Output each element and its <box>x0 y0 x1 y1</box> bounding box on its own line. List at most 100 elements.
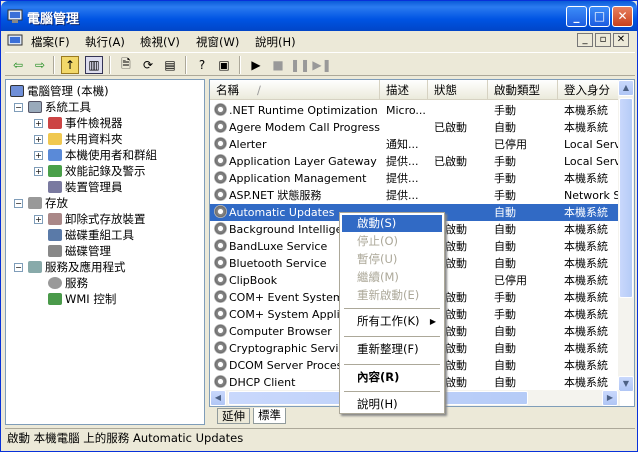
tree-removable-storage[interactable]: 卸除式存放裝置 <box>48 211 146 227</box>
table-row[interactable]: Alerter 通知... 已停用 Local Serv <box>210 136 620 153</box>
console-tree: 電腦管理 (本機) − 系統工具 + 事件檢視器 + 共用資料夾 + 本機使用者… <box>5 79 205 425</box>
collapse-services-apps[interactable]: − <box>14 263 23 272</box>
context-start[interactable]: 啟動(S) <box>342 215 442 232</box>
table-cell: Application Management <box>210 170 380 187</box>
list-header: 名稱 ∕ 描述 狀態 啟動類型 登入身分 <box>210 80 620 100</box>
menu-window[interactable]: 視窗(W) <box>196 34 239 50</box>
expand-perf-logs[interactable]: + <box>34 167 43 176</box>
context-stop[interactable]: 停止(O) <box>342 233 442 250</box>
service-gear-icon <box>214 188 227 201</box>
expand-event-viewer[interactable]: + <box>34 119 43 128</box>
table-cell: 手動 <box>494 155 516 168</box>
storage-icon <box>28 197 42 209</box>
context-all-tasks[interactable]: 所有工作(K) ▶ <box>342 313 442 330</box>
menu-view[interactable]: 檢視(V) <box>140 34 180 50</box>
table-cell: 本機系統 <box>564 325 608 338</box>
table-row[interactable]: ASP.NET 狀態服務 提供... 手動 Network S <box>210 187 620 204</box>
tree-local-users[interactable]: 本機使用者和群組 <box>48 147 157 163</box>
scroll-left-button[interactable]: ◀ <box>210 390 226 406</box>
table-cell: 自動 <box>494 342 516 355</box>
menu-action[interactable]: 執行(A) <box>85 34 125 50</box>
service-gear-icon <box>214 375 227 388</box>
tree-services[interactable]: 服務 <box>48 275 88 291</box>
wmi-icon <box>48 293 62 305</box>
service-gear-icon <box>214 239 227 252</box>
service-gear-icon <box>214 205 227 218</box>
show-hide-tree-icon[interactable]: ▥ <box>85 56 103 74</box>
tree-root[interactable]: 電腦管理 (本機) <box>10 83 109 99</box>
context-restart[interactable]: 重新啟動(E) <box>342 287 442 304</box>
console-tree-icon[interactable]: ▣ <box>215 56 233 74</box>
scroll-up-button[interactable]: ▲ <box>618 80 634 96</box>
table-cell: 本機系統 <box>564 308 608 321</box>
table-cell: 本機系統 <box>564 291 608 304</box>
tree-disk-management[interactable]: 磁碟管理 <box>48 243 111 259</box>
properties-icon[interactable]: 🗎 <box>117 56 135 74</box>
tree-event-viewer[interactable]: 事件檢視器 <box>48 115 123 131</box>
column-description[interactable]: 描述 <box>380 80 428 100</box>
tree-storage[interactable]: 存放 <box>28 195 68 211</box>
tab-extended[interactable]: 延伸 <box>217 408 250 424</box>
help-icon[interactable]: ? <box>193 56 211 74</box>
column-log-on-as[interactable]: 登入身分 <box>558 80 620 100</box>
menu-help[interactable]: 說明(H) <box>255 34 296 50</box>
table-cell: 本機系統 <box>564 172 608 185</box>
back-arrow-icon[interactable]: ⇦ <box>9 56 27 74</box>
table-cell: Network S <box>564 189 620 202</box>
expand-shared-folders[interactable]: + <box>34 135 43 144</box>
context-help[interactable]: 說明(H) <box>342 396 442 413</box>
refresh-icon[interactable]: ⟳ <box>139 56 157 74</box>
submenu-arrow-icon: ▶ <box>429 317 436 326</box>
forward-arrow-icon[interactable]: ⇨ <box>31 56 49 74</box>
table-row[interactable]: .NET Runtime Optimization ... Micro... 手動 本… <box>210 102 618 119</box>
collapse-storage[interactable]: − <box>14 199 23 208</box>
child-minimize-button[interactable]: _ <box>577 33 593 47</box>
mmc-document-icon[interactable] <box>7 33 23 49</box>
expand-removable-storage[interactable]: + <box>34 215 43 224</box>
context-separator <box>344 391 440 392</box>
title-bar[interactable]: 電腦管理 _ □ ✕ <box>1 1 637 31</box>
child-close-button[interactable]: ✕ <box>613 33 629 47</box>
table-cell: 本機系統 <box>564 376 608 389</box>
table-cell: 已停用 <box>494 274 527 287</box>
up-folder-icon[interactable]: ↑ <box>61 56 79 74</box>
table-row[interactable]: Application Management 提供... 手動 本機系統 <box>210 170 618 187</box>
tree-services-apps[interactable]: 服務及應用程式 <box>28 259 126 275</box>
table-row[interactable]: Agere Modem Call Progress ... 已啟動 自動 本機系統 <box>210 119 618 136</box>
menu-file[interactable]: 檔案(F) <box>31 34 70 50</box>
tree-wmi[interactable]: WMI 控制 <box>48 291 116 307</box>
scroll-right-button[interactable]: ▶ <box>602 390 618 406</box>
table-cell: Micro... <box>386 104 426 117</box>
export-list-icon[interactable]: ▤ <box>161 56 179 74</box>
stop-service-icon[interactable]: ■ <box>269 56 287 74</box>
collapse-system-tools[interactable]: − <box>14 103 23 112</box>
close-button[interactable]: ✕ <box>612 6 633 27</box>
tree-defrag[interactable]: 磁碟重組工具 <box>48 227 134 243</box>
maximize-button[interactable]: □ <box>589 6 610 27</box>
tree-perf-logs[interactable]: 效能記錄及警示 <box>48 163 146 179</box>
pause-service-icon[interactable]: ❚❚ <box>290 56 310 74</box>
tree-device-manager[interactable]: 裝置管理員 <box>48 179 123 195</box>
expand-local-users[interactable]: + <box>34 151 43 160</box>
minimize-button[interactable]: _ <box>566 6 587 27</box>
scroll-down-button[interactable]: ▼ <box>618 376 634 392</box>
column-name[interactable]: 名稱 ∕ <box>210 80 380 100</box>
restart-service-icon[interactable]: ▶❚ <box>312 56 331 74</box>
service-gear-icon <box>214 273 227 286</box>
table-cell: 已啟動 <box>434 121 467 134</box>
table-cell: 自動 <box>494 359 516 372</box>
start-service-icon[interactable]: ▶ <box>247 56 265 74</box>
tree-shared-folders[interactable]: 共用資料夾 <box>48 131 123 147</box>
table-row[interactable]: Application Layer Gateway S... 提供... 已啟動 手動… <box>210 153 620 170</box>
vertical-scroll-thumb[interactable] <box>619 98 633 298</box>
context-pause[interactable]: 暫停(U) <box>342 251 442 268</box>
context-refresh[interactable]: 重新整理(F) <box>342 341 442 358</box>
column-status[interactable]: 狀態 <box>428 80 488 100</box>
context-properties[interactable]: 內容(R) <box>342 369 442 386</box>
child-restore-button[interactable]: ▫ <box>595 33 611 47</box>
context-resume[interactable]: 繼續(M) <box>342 269 442 286</box>
tree-system-tools[interactable]: 系統工具 <box>28 99 91 115</box>
tab-standard[interactable]: 標準 <box>253 408 286 424</box>
column-startup-type[interactable]: 啟動類型 <box>488 80 558 100</box>
vertical-scrollbar[interactable]: ▲ ▼ <box>618 80 634 392</box>
